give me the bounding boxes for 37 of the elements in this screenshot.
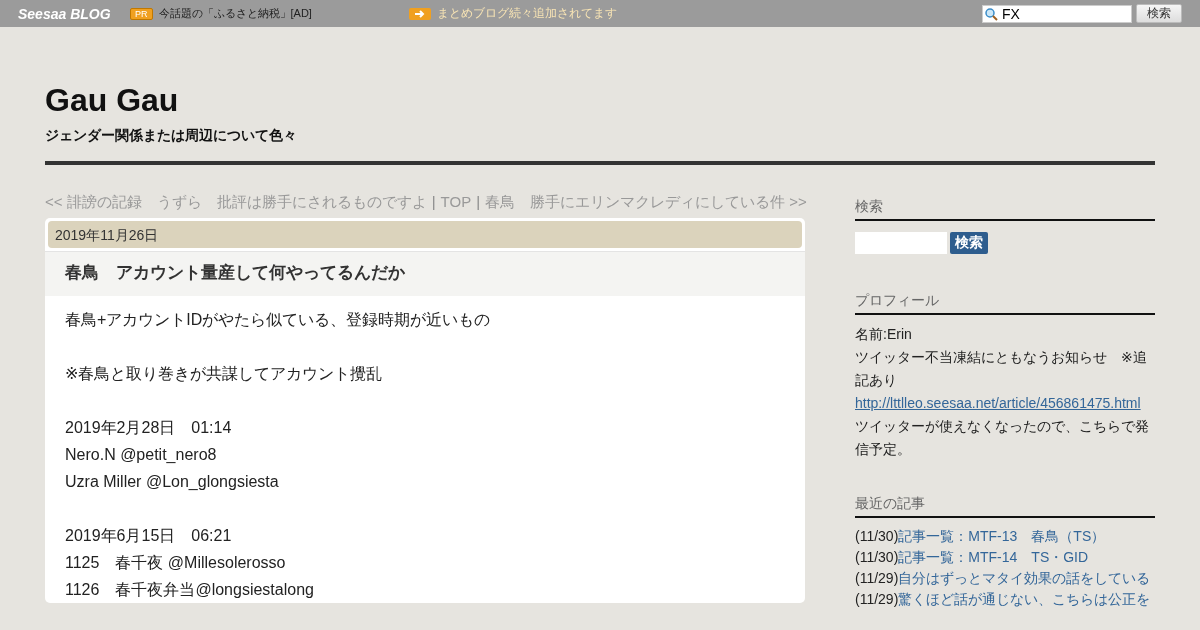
post-text: 1126 春千夜弁当@longsiestalong [65, 580, 315, 600]
search-icon [984, 6, 998, 21]
article-date: (11/30) [855, 548, 899, 567]
post-text: 1125 春千夜 @Millesolerosso [65, 553, 287, 573]
separator: | [475, 193, 482, 212]
search-field[interactable]: FX [982, 4, 1132, 23]
article-link[interactable]: 記事一覧：MTF-13 春鳥（TS） [898, 526, 1106, 547]
profile-text: ツイッターが使えなくなったので、こちらで発信予定。 [855, 417, 1150, 459]
logo[interactable]: Seesaa BLOG [18, 5, 130, 22]
ad-link[interactable]: 今話題の「ふるさと納税」[AD] [158, 6, 409, 21]
pr-badge: PR [130, 7, 153, 20]
search-button[interactable]: 検索 [1136, 4, 1182, 23]
article-date: (11/29) [855, 569, 899, 588]
recent-heading: 最近の記事 [855, 495, 1155, 518]
article-date: (11/29) [855, 590, 899, 609]
article-link[interactable]: 自分はずっとマタイ効果の話をしている [898, 568, 1151, 589]
article-date: (11/30) [855, 527, 899, 546]
blog-subtitle: ジェンダー関係または周辺について色々 [45, 127, 298, 145]
post-text: Nero.N @petit_nero8 [65, 445, 218, 465]
separator: | [430, 193, 437, 212]
search-field[interactable] [855, 232, 947, 254]
profile-link[interactable]: http://lttlleo.seesaa.net/article/456861475.html [855, 392, 1155, 415]
article-link[interactable]: 記事一覧：MTF-14 TS・GID [898, 547, 1089, 568]
post-text: 2019年2月28日 01:14 [65, 418, 233, 438]
profile-heading: プロフィール [855, 292, 1155, 315]
article-link[interactable]: 驚くほど話が通じない、こちらは公正を [898, 589, 1151, 610]
post-date: 2019年11月26日 [48, 221, 802, 248]
search-heading: 検索 [855, 198, 1155, 221]
post-text: Uzra Miller @Lon_glongsiesta [65, 472, 280, 492]
blog-title[interactable]: Gau Gau [45, 81, 1155, 119]
post-text: 春鳥+アカウントIDがやたら似ている、登録時期が近いもの [65, 310, 492, 330]
search-button[interactable]: 検索 [950, 232, 988, 254]
post-text: ※春鳥と取り巻きが共謀してアカウント攪乱 [65, 364, 384, 384]
post-text: 2019年6月15日 06:21 [65, 526, 233, 546]
profile-text: 名前:Erin [855, 325, 913, 344]
profile-text: ツイッター不当凍結にともなうお知らせ ※追記あり [855, 348, 1148, 390]
post-title: 春鳥 アカウント量産して何やってるんだか [45, 251, 805, 296]
